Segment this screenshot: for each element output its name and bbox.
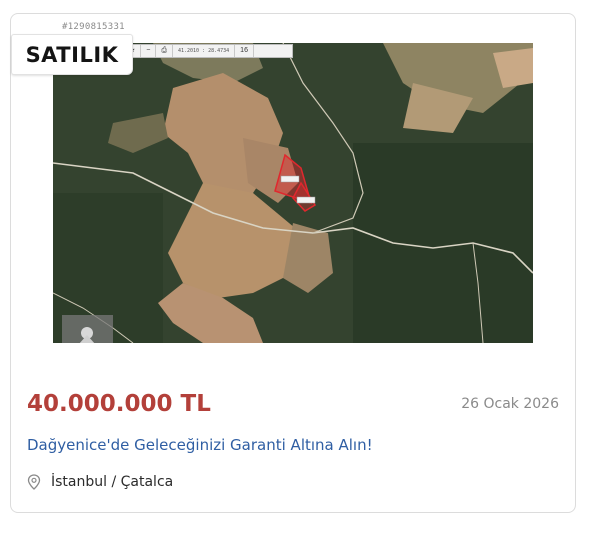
map-toolbar: ★ − ⎙ 41.2010 : 28.4734 16 [123, 44, 293, 58]
listing-photo[interactable]: ★ − ⎙ 41.2010 : 28.4734 16 [53, 43, 533, 343]
satellite-map [53, 43, 533, 343]
print-icon[interactable]: ⎙ [156, 45, 173, 57]
location-pin-icon [27, 474, 41, 490]
listing-date: 26 Ocak 2026 [461, 396, 559, 412]
status-badge: SATILIK [11, 34, 133, 75]
listing-id: #1290815331 [62, 22, 125, 32]
listing-title-link[interactable]: Dağyenice'de Geleceğinizi Garanti Altına… [27, 436, 373, 454]
location-text: İstanbul / Çatalca [51, 474, 174, 490]
map-coordinates: 41.2010 : 28.4734 [173, 45, 236, 57]
map-zoom-level: 16 [235, 45, 254, 57]
location: İstanbul / Çatalca [27, 474, 173, 490]
watermark-logo [62, 315, 113, 343]
minus-icon[interactable]: − [141, 45, 157, 57]
price: 40.000.000 TL [27, 391, 211, 417]
